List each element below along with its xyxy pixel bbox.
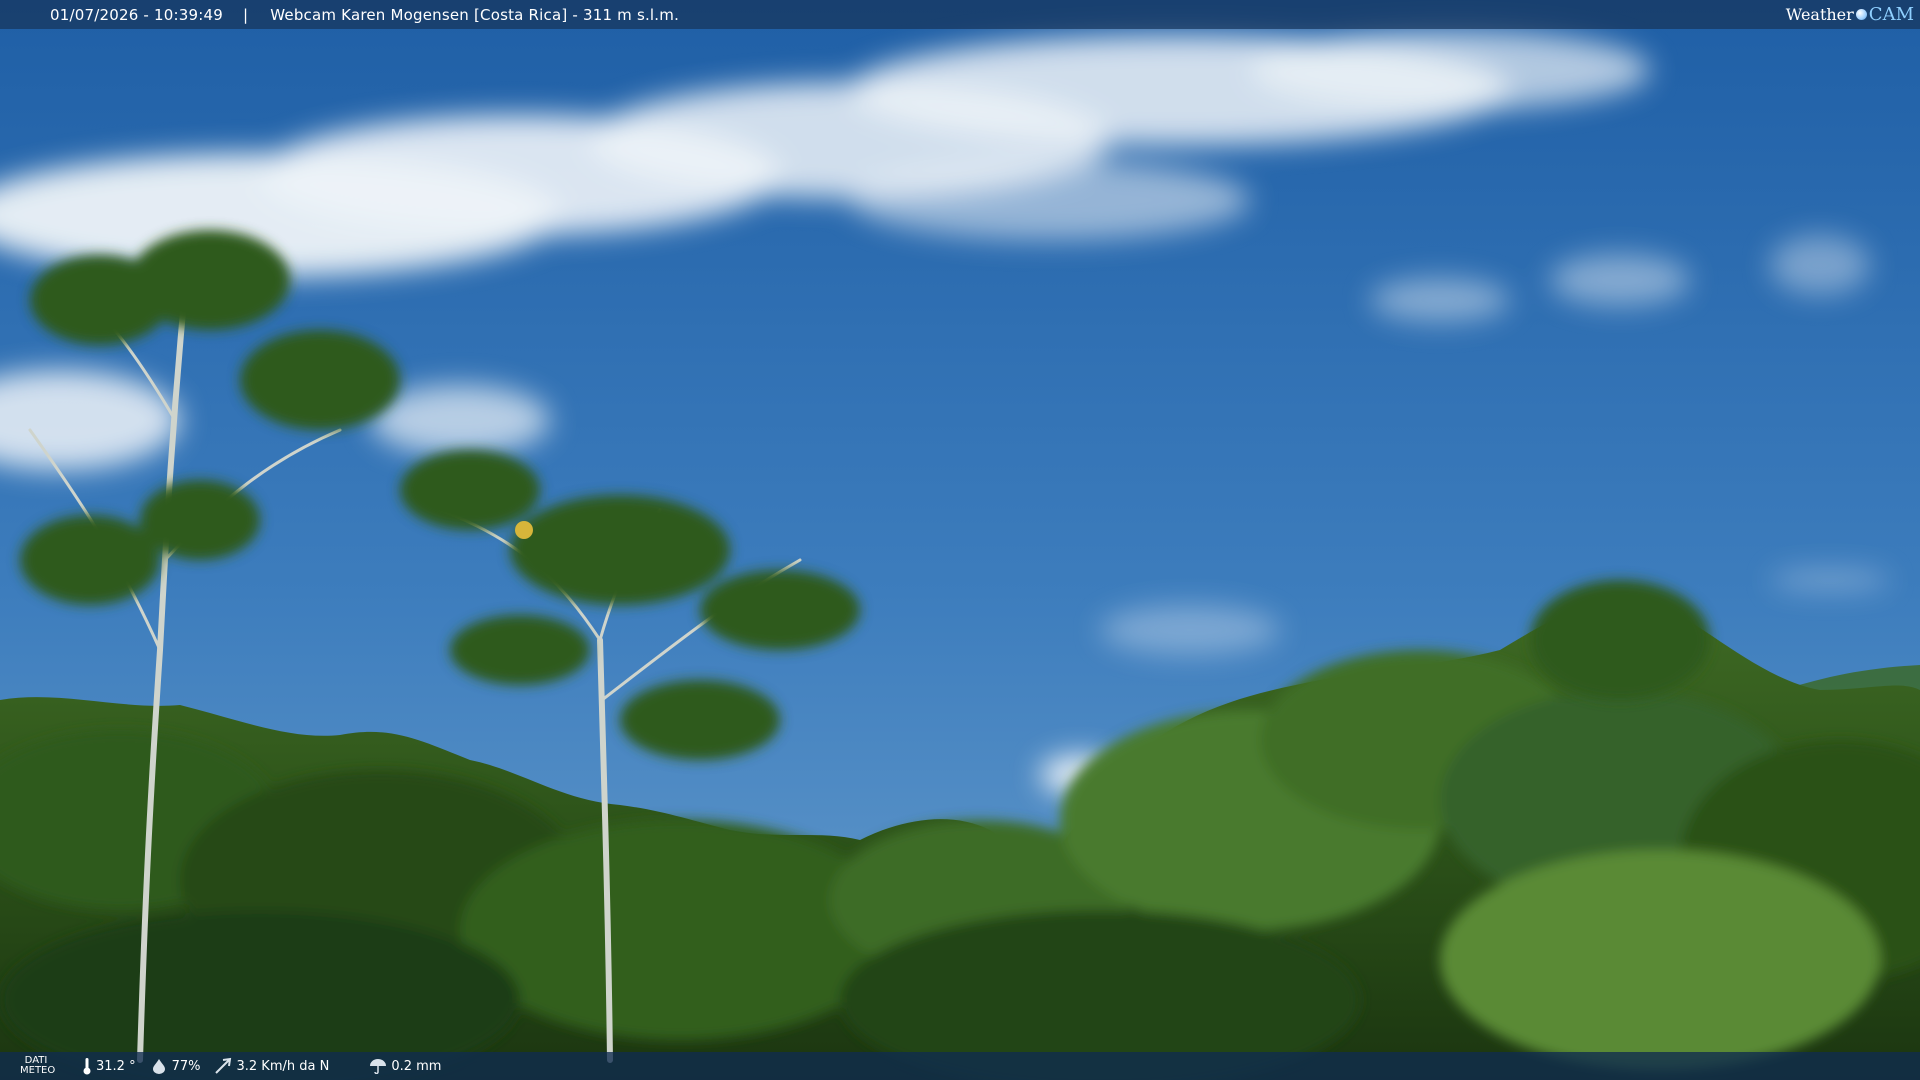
wind-readout: 3.2 Km/h da N [214, 1057, 329, 1075]
thermometer-icon [83, 1058, 91, 1075]
logo-text-cam: CAM [1868, 3, 1914, 25]
yellow-leaf [515, 521, 533, 539]
logo-globe-icon [1855, 8, 1867, 20]
logo-text-weather: Weather [1785, 4, 1854, 24]
wind-vane-icon [215, 1057, 232, 1074]
temperature-value: 31.2 ° [96, 1058, 136, 1074]
umbrella-icon [370, 1059, 387, 1074]
temperature-readout: 31.2 ° [82, 1057, 136, 1075]
top-info-bar: 01/07/2026 - 10:39:49 | Webcam Karen Mog… [0, 0, 1920, 29]
webcam-scene [0, 0, 1920, 1080]
wind-value: 3.2 Km/h da N [236, 1058, 330, 1074]
dati-label-line2: METEO [20, 1065, 56, 1076]
rain-readout: 0.2 mm [369, 1058, 441, 1074]
weather-data-bar: DATI METEO 31.2 ° 77% 3.2 Km/h da N 0.2 … [0, 1052, 1920, 1080]
humidity-drop-icon [152, 1059, 165, 1074]
datetime-label: 01/07/2026 - 10:39:49 [50, 5, 223, 24]
separator: | [242, 5, 249, 24]
humidity-value: 77% [171, 1058, 201, 1074]
humidity-readout: 77% [150, 1058, 201, 1074]
webcam-title: Webcam Karen Mogensen [Costa Rica] - 311… [270, 5, 680, 24]
weathercam-logo: Weather CAM [1786, 2, 1914, 26]
rain-value: 0.2 mm [391, 1058, 442, 1074]
dati-meteo-label: DATI METEO [20, 1056, 56, 1076]
